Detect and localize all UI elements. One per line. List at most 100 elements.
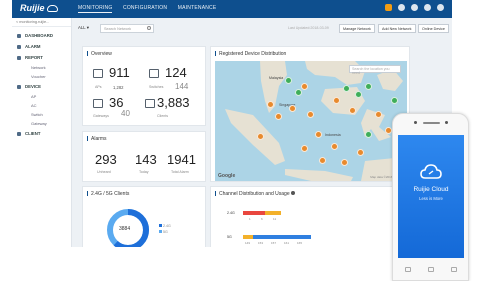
phone-nav-buttons	[405, 267, 457, 272]
channel-row-5g-label: 5G	[227, 235, 232, 239]
brand-logo[interactable]: Ruijie	[20, 3, 58, 13]
add-new-network-button[interactable]: Add New Network	[378, 24, 416, 33]
map-marker[interactable]	[343, 85, 350, 92]
aps-count: 911	[109, 65, 130, 80]
sidebar-subitem-gateway[interactable]: Gateway	[12, 119, 71, 128]
channel-tick: 161	[284, 241, 290, 245]
notification-icon[interactable]	[385, 4, 392, 11]
ap-icon	[93, 69, 103, 78]
map-marker[interactable]	[285, 77, 292, 84]
info-icon[interactable]	[291, 191, 295, 195]
map-marker[interactable]	[355, 91, 362, 98]
top-navigation-bar: Ruijie MONITORING CONFIGURATION MAINTENA…	[12, 0, 452, 18]
gateway-icon	[93, 99, 103, 108]
nav-monitoring[interactable]: MONITORING	[78, 5, 113, 13]
search-network-input[interactable]: Search Network	[100, 24, 154, 33]
clients-count: 3,883	[157, 95, 190, 110]
map-location-search[interactable]: Search the location you need	[349, 65, 401, 75]
sidebar-subitem-ap[interactable]: AP	[12, 92, 71, 101]
legend-5g: 5G	[159, 230, 168, 234]
phone-speaker	[423, 122, 440, 124]
map-marker[interactable]	[385, 127, 392, 134]
phone-mockup: Ruijie Cloud Less is More	[392, 113, 469, 281]
map-marker[interactable]	[349, 107, 356, 114]
nav-maintenance[interactable]: MAINTENANCE	[178, 5, 217, 11]
device-map[interactable]: Malaysia Singapore Indonesia Search the …	[215, 61, 407, 181]
sidebar-item-report[interactable]: REPORT	[12, 52, 71, 63]
device-distribution-card: Registered Device Distribution Malaysia …	[210, 46, 410, 182]
help-icon[interactable]	[411, 4, 418, 11]
google-logo: Google	[218, 173, 236, 179]
map-marker[interactable]	[365, 131, 372, 138]
switch-icon	[149, 69, 159, 78]
map-marker[interactable]	[315, 131, 322, 138]
map-marker[interactable]	[275, 113, 282, 120]
manage-network-button[interactable]: Manage Network	[339, 24, 375, 33]
sidebar-subitem-voucher[interactable]: Voucher	[12, 72, 71, 81]
sidebar-subitem-ac[interactable]: AC	[12, 101, 71, 110]
map-marker[interactable]	[301, 145, 308, 152]
topbar-icons	[385, 4, 444, 11]
network-scope-select[interactable]: ALL ▾	[78, 25, 89, 31]
home-button-icon[interactable]	[428, 267, 434, 272]
channel-bar-5g	[253, 235, 311, 239]
sidebar-item-alarm[interactable]: ALARM	[12, 41, 71, 52]
map-marker[interactable]	[331, 143, 338, 150]
alarm-icon	[17, 44, 21, 49]
sidebar-item-label: DEVICE	[25, 84, 41, 89]
clients-band-title: 2.4G / 5G Clients	[87, 191, 129, 197]
map-marker[interactable]	[375, 111, 382, 118]
gateways-total: 40	[121, 109, 130, 118]
sidebar-item-label: CLIENT	[25, 131, 41, 136]
channel-bar-24g	[243, 211, 265, 215]
map-marker[interactable]	[341, 159, 348, 166]
network-selector[interactable]: < monitoring.ruijie...	[12, 18, 71, 27]
client-count-icon	[145, 99, 155, 108]
map-marker[interactable]	[257, 133, 264, 140]
channel-tick: 149	[245, 241, 251, 245]
gateways-count: 36	[109, 95, 124, 110]
online-device-button[interactable]: Online Device	[418, 24, 449, 33]
map-marker[interactable]	[357, 149, 364, 156]
sidebar-subitem-switch[interactable]: Switch	[12, 110, 71, 119]
map-marker[interactable]	[365, 83, 372, 90]
unheard-alarms-count: 293	[95, 152, 117, 167]
map-marker[interactable]	[267, 101, 274, 108]
map-marker[interactable]	[307, 111, 314, 118]
back-button-icon[interactable]	[451, 267, 457, 272]
sidebar: < monitoring.ruijie... DASHBOARD ALARM R…	[12, 18, 72, 247]
legend-24g: 2.4G	[159, 224, 171, 228]
map-marker[interactable]	[333, 97, 340, 104]
sidebar-item-label: REPORT	[25, 55, 43, 60]
overview-card: Overview 911 APs 1,282 124 Switches 144 …	[82, 46, 206, 126]
sidebar-item-client[interactable]: CLIENT	[12, 128, 71, 139]
channel-tick: 6	[261, 217, 263, 221]
channel-title: Channel Distribution and Usage	[215, 191, 295, 197]
alarms-card: Alarms 293 Unheard 143 Today 1941 Total …	[82, 131, 206, 182]
nav-configuration[interactable]: CONFIGURATION	[123, 5, 167, 11]
map-marker[interactable]	[301, 83, 308, 90]
today-label: Today	[139, 170, 149, 174]
map-label-malaysia: Malaysia	[269, 76, 284, 80]
map-marker[interactable]	[289, 105, 296, 112]
channel-tick: 1	[249, 217, 251, 221]
sidebar-subitem-network[interactable]: Network	[12, 63, 71, 72]
switches-label: Switches	[149, 85, 164, 89]
sidebar-item-dashboard[interactable]: DASHBOARD	[12, 30, 71, 41]
user-icon[interactable]	[437, 4, 444, 11]
phone-sensor	[445, 121, 448, 124]
map-marker[interactable]	[319, 157, 326, 164]
sidebar-item-device[interactable]: DEVICE	[12, 81, 71, 92]
phone-app-name: Ruijie Cloud	[413, 186, 449, 193]
main-nav: MONITORING CONFIGURATION MAINTENANCE	[78, 5, 225, 13]
map-marker[interactable]	[295, 89, 302, 96]
search-icon	[147, 26, 151, 30]
client-icon	[17, 131, 21, 136]
menu-button-icon[interactable]	[405, 267, 411, 272]
message-icon[interactable]	[424, 4, 431, 11]
sidebar-item-label: DASHBOARD	[25, 33, 53, 38]
desktop-window: Ruijie MONITORING CONFIGURATION MAINTENA…	[12, 0, 452, 247]
map-marker[interactable]	[391, 97, 398, 104]
gateways-label: Gateways	[93, 114, 109, 118]
settings-icon[interactable]	[398, 4, 405, 11]
